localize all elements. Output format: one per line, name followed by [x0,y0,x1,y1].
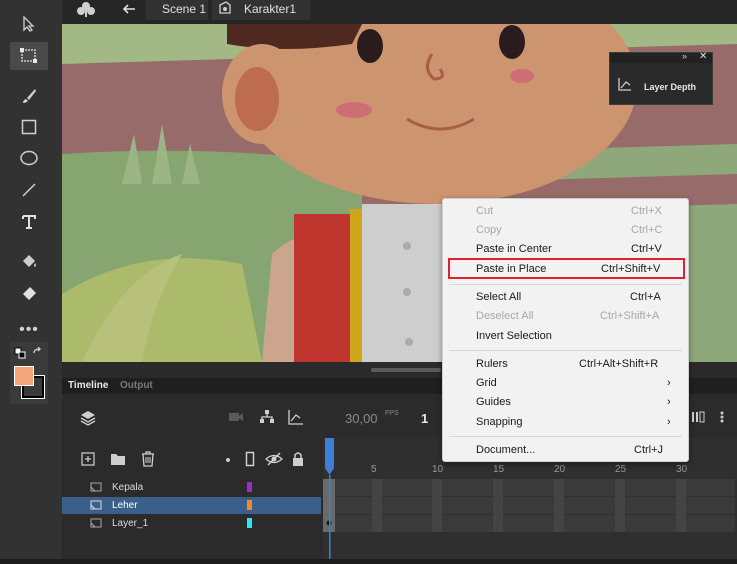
swap-colors-icon[interactable] [32,346,44,364]
ruler-tick: 30 [676,464,688,475]
brush-tool-icon[interactable] [10,82,48,110]
breadcrumb-symbol[interactable]: Karakter1 [212,0,310,20]
shortcut-copy: Ctrl+C [631,224,663,236]
close-icon[interactable]: ✕ [699,51,707,62]
menu-item-invert-selection[interactable]: Invert Selection [476,327,552,345]
menu-separator [449,436,682,437]
layer-controls [62,438,321,478]
shortcut-rulers: Ctrl+Alt+Shift+R [579,358,659,370]
layers-stack-icon[interactable] [80,410,96,431]
ruler-tick: 10 [432,464,444,475]
back-arrow-icon[interactable] [122,2,136,21]
shortcut-paste-in-center: Ctrl+V [631,243,662,255]
layer-row-leher[interactable]: Leher [62,497,321,514]
layer-type-icon [90,481,102,496]
timeline-header-left [62,394,321,438]
layer-color-swatch[interactable] [247,518,252,528]
layer-name[interactable]: Leher [112,500,138,511]
eraser-tool-icon[interactable] [10,280,48,308]
context-menu: Cut Ctrl+X Copy Ctrl+C Paste in Center C… [442,198,689,462]
layer-color-swatch[interactable] [247,500,252,510]
camera-icon[interactable] [228,410,244,429]
layer-type-icon [90,499,102,514]
lock-toggle-icon[interactable] [292,451,304,472]
scene-label: Scene 1 [162,2,207,16]
symbol-label: Karakter1 [244,2,297,16]
menu-item-deselect-all[interactable]: Deselect All [476,307,533,325]
menu-item-select-all[interactable]: Select All [476,288,521,306]
submenu-arrow-icon: › [667,416,671,428]
layer-name[interactable]: Kepala [112,482,143,493]
highlight-layers-icon[interactable] [226,458,230,462]
shortcut-document: Ctrl+J [634,444,664,456]
layer-name[interactable]: Layer_1 [112,518,148,529]
menu-item-paste-in-center[interactable]: Paste in Center [476,240,552,258]
oval-tool-icon[interactable] [10,144,48,172]
fps-value[interactable]: 30,00 [345,411,378,426]
menu-item-document[interactable]: Document... [476,441,535,459]
timeline-menu-icon[interactable] [715,410,729,429]
panel-header: » ✕ [610,51,712,63]
shortcut-deselect-all: Ctrl+Shift+A [600,310,660,322]
delete-layer-icon[interactable] [141,451,155,472]
ruler-tick: 20 [554,464,566,475]
color-swatch-group [10,342,48,404]
ruler-tick: 5 [371,464,377,475]
collapse-icon[interactable]: » [682,51,687,61]
submenu-arrow-icon: › [667,377,671,389]
layer-color-swatch[interactable] [247,482,252,492]
shortcut-cut: Ctrl+X [631,205,662,217]
breadcrumb-scene[interactable]: Scene 1 [146,0,208,20]
scene-switch-icon[interactable] [76,0,96,23]
layer-row-kepala[interactable]: Kepala [62,479,321,496]
submenu-arrow-icon: › [667,396,671,408]
default-colors-icon[interactable] [14,346,26,364]
shortcut-select-all: Ctrl+A [630,291,661,303]
line-tool-icon[interactable] [10,176,48,204]
menu-item-copy[interactable]: Copy [476,221,502,239]
visibility-toggle-icon[interactable] [265,451,283,472]
fill-color-swatch[interactable] [14,366,34,386]
fps-unit: FPS [385,410,399,417]
menu-item-snapping[interactable]: Snapping [476,413,523,431]
menu-item-guides[interactable]: Guides [476,393,511,411]
more-tools-icon[interactable]: ••• [10,316,48,344]
shortcut-paste-in-place: Ctrl+Shift+V [601,263,661,275]
layer-depth-icon [618,77,632,96]
free-transform-tool-icon[interactable] [10,42,48,70]
paint-bucket-tool-icon[interactable] [10,248,48,276]
rectangle-tool-icon[interactable] [10,113,48,141]
edit-bar: Scene 1 Karakter1 [62,0,737,24]
tab-timeline[interactable]: Timeline [68,380,108,391]
ruler-tick: 25 [615,464,627,475]
panel-title[interactable]: Layer Depth [644,82,696,92]
layer-type-icon [90,517,102,532]
layer-row-layer1[interactable]: Layer_1 [62,515,321,532]
movie-clip-icon [218,1,232,20]
tab-output[interactable]: Output [120,380,153,391]
menu-item-cut[interactable]: Cut [476,202,493,220]
layer-depth-panel: » ✕ Layer Depth [609,51,713,105]
menu-item-grid[interactable]: Grid [476,374,497,392]
ruler-tick: 15 [493,464,505,475]
menu-separator [449,284,682,285]
frame-view-icon[interactable] [691,410,705,429]
current-frame[interactable]: 1 [421,411,428,426]
menu-separator [449,350,682,351]
menu-item-rulers[interactable]: Rulers [476,355,508,373]
text-tool-icon[interactable] [10,208,48,236]
layer-depth-toggle-icon[interactable] [288,409,304,430]
scrollbar-thumb[interactable] [371,368,441,372]
parenting-icon[interactable] [259,409,275,430]
new-folder-icon[interactable] [110,452,126,471]
new-layer-icon[interactable] [81,452,95,471]
menu-item-paste-in-place[interactable]: Paste in Place [476,260,546,278]
tools-panel: ••• [0,0,62,559]
outline-toggle-icon[interactable] [245,451,255,472]
selection-tool-icon[interactable] [10,10,48,38]
